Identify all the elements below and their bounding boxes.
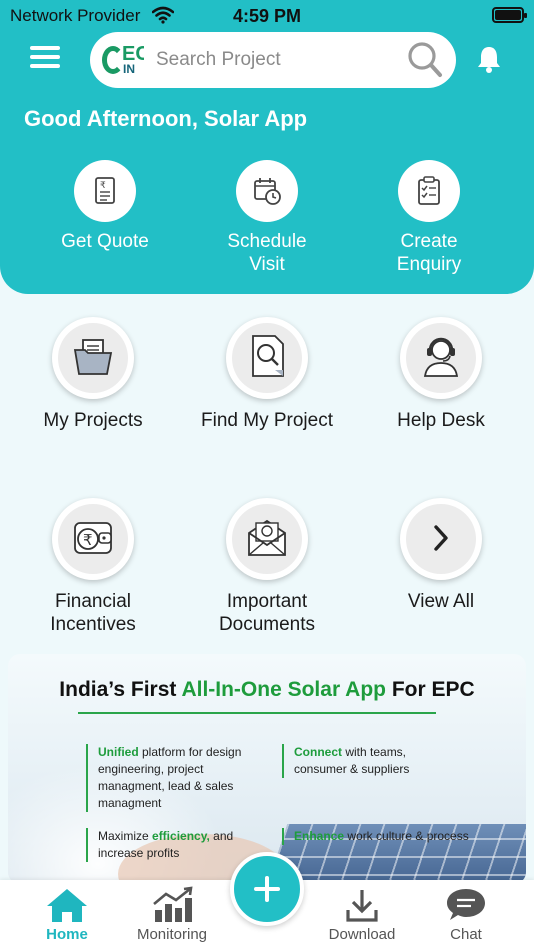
banner-divider xyxy=(78,712,436,714)
header: Network Provider 4:59 PM EC IN Good Afte… xyxy=(0,0,534,294)
menu-icon[interactable] xyxy=(30,46,60,72)
svg-text:₹: ₹ xyxy=(83,531,93,549)
view-all-label: View All xyxy=(407,591,475,612)
quote-document-icon: ₹ xyxy=(95,177,115,204)
nav-chat[interactable]: Chat xyxy=(416,880,516,943)
get-quote-button[interactable]: ₹ Get Quote xyxy=(20,160,190,253)
download-icon xyxy=(346,890,378,922)
banner-feature: Maximize efficiency, and increase profit… xyxy=(86,828,256,862)
nav-download[interactable]: Download xyxy=(312,880,412,943)
schedule-visit-button[interactable]: Schedule Visit xyxy=(182,160,352,276)
nav-monitoring[interactable]: Monitoring xyxy=(122,880,222,943)
find-my-project-tile[interactable]: Find My Project xyxy=(178,317,356,432)
bar-chart-icon xyxy=(153,886,193,922)
my-projects-tile[interactable]: My Projects xyxy=(4,317,182,432)
chat-icon xyxy=(447,889,485,920)
banner-title: India’s First All-In-One Solar App For E… xyxy=(59,678,475,701)
important-documents-tile[interactable]: Important Documents xyxy=(178,498,356,636)
search-input[interactable] xyxy=(156,44,396,76)
financial-incentives-label: Financial Incentives xyxy=(50,591,136,635)
folder-icon xyxy=(73,339,113,375)
envelope-badge-icon xyxy=(248,519,286,556)
status-bar: Network Provider 4:59 PM xyxy=(0,0,534,32)
create-enquiry-label: Create Enquiry xyxy=(396,231,462,275)
headset-support-icon xyxy=(423,337,459,377)
help-desk-tile[interactable]: Help Desk xyxy=(352,317,530,432)
find-my-project-label: Find My Project xyxy=(201,410,333,431)
search-icon[interactable] xyxy=(406,40,444,80)
search-bar: EC IN xyxy=(90,32,456,88)
help-desk-label: Help Desk xyxy=(397,410,485,431)
financial-incentives-tile[interactable]: ₹ Financial Incentives xyxy=(4,498,182,636)
calendar-clock-icon xyxy=(254,178,281,205)
schedule-visit-label: Schedule Visit xyxy=(227,231,307,275)
nav-home[interactable]: Home xyxy=(17,880,117,943)
rupee-wallet-icon: ₹ xyxy=(74,522,112,554)
clock: 4:59 PM xyxy=(232,6,302,26)
home-icon xyxy=(47,889,87,922)
battery-icon xyxy=(492,7,527,23)
view-all-tile[interactable]: View All xyxy=(352,498,530,613)
svg-text:₹: ₹ xyxy=(100,181,106,191)
banner-feature: Connect with teams, consumer & suppliers xyxy=(282,744,462,778)
promo-banner[interactable]: India’s First All-In-One Solar App For E… xyxy=(8,654,526,884)
add-button[interactable] xyxy=(230,852,304,926)
chevron-right-icon xyxy=(434,525,448,551)
brand-logo: EC IN xyxy=(102,42,144,78)
greeting-text: Good Afternoon, Solar App xyxy=(24,106,308,131)
important-documents-label: Important Documents xyxy=(218,591,316,635)
banner-feature: Enhance work culture & process xyxy=(282,828,472,845)
create-enquiry-button[interactable]: Create Enquiry xyxy=(344,160,514,276)
document-search-icon xyxy=(252,335,284,377)
clipboard-checklist-icon xyxy=(418,176,440,205)
my-projects-label: My Projects xyxy=(43,410,143,431)
banner-feature: Unified platform for design engineering,… xyxy=(86,744,256,812)
get-quote-label: Get Quote xyxy=(61,231,149,252)
bell-icon[interactable] xyxy=(476,44,502,74)
